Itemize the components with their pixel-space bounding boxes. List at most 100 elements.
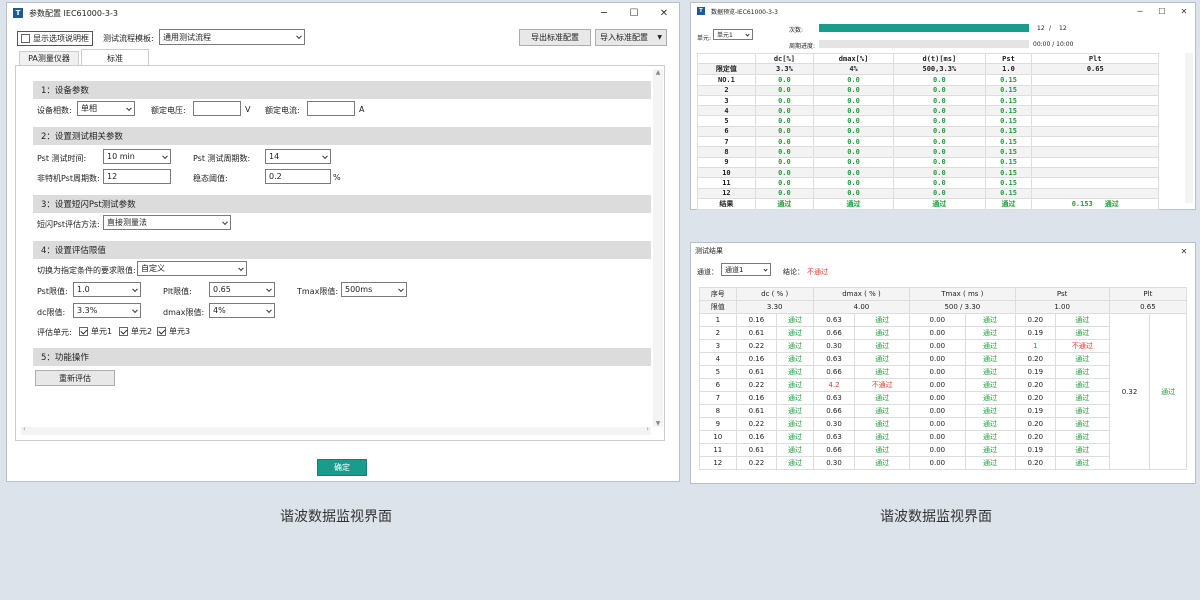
- scroll-down-icon[interactable]: ▼: [653, 420, 663, 427]
- table-cell: 0.0: [754, 115, 814, 127]
- unit1-checkbox[interactable]: 单元1: [79, 326, 112, 337]
- dmax-limit-select[interactable]: 4%: [209, 303, 275, 318]
- pst-cycles-label: Pst 测试周期数:: [193, 154, 251, 163]
- table-cell: 通过: [964, 417, 1016, 431]
- count-done: 12: [1037, 25, 1045, 32]
- table-cell: [697, 52, 756, 65]
- table-cell: 0.00: [909, 326, 966, 340]
- steady-threshold-unit: %: [333, 173, 341, 182]
- nonperiod-input[interactable]: 12: [103, 169, 171, 184]
- table-cell: 通过: [854, 404, 911, 418]
- table-cell: 0.0: [893, 125, 986, 138]
- scroll-right-icon[interactable]: ›: [646, 425, 649, 433]
- chevron-down-icon: [132, 285, 138, 292]
- table-cell: [1031, 156, 1159, 168]
- cycle-progress-bar: [819, 40, 1029, 48]
- caption-right: 谐波数据监视界面: [880, 509, 992, 525]
- tab-pa-instrument[interactable]: PA测量仪器: [19, 51, 79, 65]
- table-cell: 结果: [697, 197, 756, 210]
- switch-limit-select[interactable]: 自定义: [137, 261, 247, 276]
- table-limit-row: 限值 3.30 4.00 500 / 3.30 1.00 0.65: [699, 300, 1188, 314]
- table-cell: 限定值: [697, 63, 756, 76]
- table-cell: 0.15: [984, 187, 1033, 199]
- window-title: 测试结果: [695, 247, 723, 255]
- tab-standard[interactable]: 标准: [81, 49, 149, 66]
- table-cell: 0.22: [735, 456, 778, 470]
- close-button[interactable]: ✕: [1173, 247, 1195, 256]
- table-cell: 通过: [776, 326, 814, 340]
- vertical-scrollbar[interactable]: ▲ ▼: [653, 69, 663, 427]
- unit-select[interactable]: 单元1: [713, 29, 753, 40]
- pst-time-select[interactable]: 10 min: [103, 149, 171, 164]
- table-row: 8 0.0 0.0 0.0 0.15: [697, 146, 1159, 158]
- template-label: 测试流程模板:: [103, 34, 154, 43]
- close-button[interactable]: ✕: [649, 8, 679, 19]
- table-cell: 3.30: [735, 300, 814, 314]
- unit3-checkbox[interactable]: 单元3: [157, 326, 190, 337]
- result-table: 序号 dc ( % ) dmax ( % ) Tmax ( ms ) Pst Plt 限值 3…: [699, 287, 1188, 470]
- table-cell: 0.0: [893, 156, 986, 168]
- steady-threshold-input[interactable]: 0.2: [265, 169, 331, 184]
- pst-cycles-select[interactable]: 14: [265, 149, 331, 164]
- close-button[interactable]: ✕: [1173, 7, 1195, 16]
- table-cell: 0.15: [984, 94, 1033, 107]
- table-cell: 3.3%: [754, 63, 814, 76]
- table-cell: 0.0: [893, 146, 986, 158]
- show-desc-checkbox[interactable]: 显示选项说明框: [17, 31, 93, 46]
- table-cell: 10: [699, 430, 737, 444]
- rated-voltage-input[interactable]: [193, 101, 241, 116]
- table-cell: 0.61: [735, 326, 778, 340]
- table-cell: 0.00: [909, 456, 966, 470]
- table-cell: 通过: [964, 339, 1016, 353]
- table-cell: [1031, 136, 1159, 148]
- maximize-button[interactable]: ☐: [1151, 7, 1173, 16]
- template-select[interactable]: 通用测试流程: [159, 29, 305, 45]
- tmax-limit-select[interactable]: 500ms: [341, 282, 407, 297]
- channel-select[interactable]: 通道1: [721, 263, 771, 276]
- checkbox-box[interactable]: [21, 34, 30, 43]
- pst-limit-select[interactable]: 1.0: [73, 282, 141, 297]
- table-result-row: 结果 通过 通过 通过 通过 0.153 通过: [697, 197, 1159, 210]
- ok-button[interactable]: 确定: [317, 459, 367, 476]
- table-row: 12 0.0 0.0 0.0 0.15: [697, 187, 1159, 199]
- phase-select[interactable]: 单相: [77, 101, 135, 116]
- plt-limit-select[interactable]: 0.65: [209, 282, 275, 297]
- scroll-up-icon[interactable]: ▲: [653, 69, 663, 76]
- table-cell: 0.0: [754, 105, 814, 117]
- re-evaluate-button[interactable]: 重新评估: [35, 370, 115, 386]
- switch-limit-label: 切换为指定条件的要求限值:: [37, 266, 136, 275]
- maximize-button[interactable]: ☐: [619, 8, 649, 19]
- count-progress-fill: [819, 24, 1029, 32]
- table-cell: 通过: [776, 417, 814, 431]
- horizontal-scrollbar[interactable]: ‹ ›: [21, 425, 651, 435]
- table-cell: 0.00: [909, 430, 966, 444]
- table-cell: [1031, 115, 1159, 127]
- scroll-left-icon[interactable]: ‹: [23, 425, 26, 433]
- minimize-button[interactable]: ─: [1129, 7, 1151, 16]
- method-select[interactable]: 直接测量法: [103, 215, 231, 230]
- dc-limit-select[interactable]: 3.3%: [73, 303, 141, 318]
- table-cell: 通过: [984, 197, 1033, 210]
- chevron-down-icon: [162, 152, 168, 159]
- unit2-checkbox[interactable]: 单元2: [119, 326, 152, 337]
- chevron-down-icon: [322, 152, 328, 159]
- table-cell: 0.19: [1014, 365, 1057, 379]
- table-cell: NO.1: [697, 74, 756, 86]
- rated-current-input[interactable]: [307, 101, 355, 116]
- minimize-button[interactable]: ─: [589, 8, 619, 19]
- table-cell: 0.00: [909, 365, 966, 379]
- preview-scrollbar[interactable]: [1185, 53, 1193, 203]
- table-cell: 0.0: [754, 84, 814, 96]
- import-config-button[interactable]: 导入标准配置 ▼: [595, 29, 667, 46]
- table-cell: 限值: [699, 300, 737, 314]
- test-result-window: 测试结果 ✕ 通道： 通道1 结论： 不通过 序号 dc ( % ) dmax ( …: [690, 242, 1196, 484]
- table-cell: 500 / 3.30: [909, 300, 1016, 314]
- table-cell: 9: [699, 417, 737, 431]
- table-cell: dmax ( % ): [812, 287, 911, 301]
- export-config-button[interactable]: 导出标准配置: [519, 29, 591, 46]
- table-cell: 通过: [776, 443, 814, 457]
- table-cell: 通过: [1055, 404, 1110, 418]
- rated-current-label: 额定电流:: [265, 106, 300, 115]
- table-cell: 0.20: [1014, 391, 1057, 405]
- table-cell: 0.0: [812, 94, 895, 107]
